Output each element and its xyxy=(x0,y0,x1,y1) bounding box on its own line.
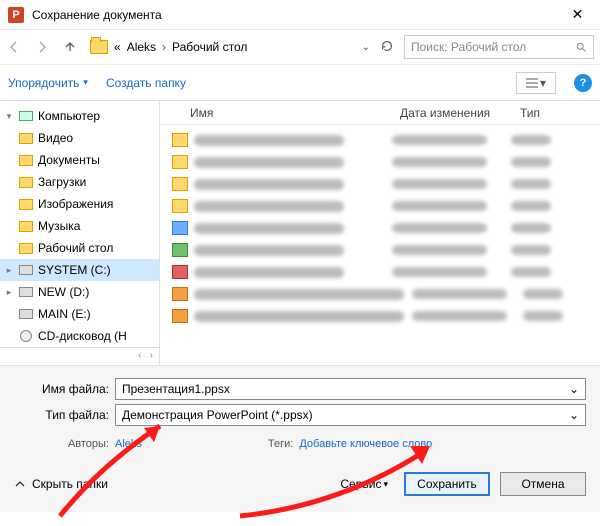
up-button[interactable] xyxy=(62,39,84,55)
list-item[interactable] xyxy=(172,239,600,261)
sidebar-item-computer[interactable]: ▾Компьютер xyxy=(0,105,159,127)
authors-label: Авторы: xyxy=(14,438,109,450)
title-bar: P Сохранение документа ✕ xyxy=(0,0,600,30)
list-icon xyxy=(526,78,538,88)
authors-value[interactable]: Aleks xyxy=(115,438,142,450)
filename-label: Имя файла: xyxy=(14,382,109,396)
list-item[interactable] xyxy=(172,217,600,239)
service-button[interactable]: Сервис▾ xyxy=(340,477,388,491)
file-pane: Имя Дата изменения Тип xyxy=(160,101,600,365)
list-item[interactable] xyxy=(172,283,600,305)
chevron-down-icon[interactable]: ⌄ xyxy=(362,42,370,53)
tags-placeholder[interactable]: Добавьте ключевое слово xyxy=(299,438,432,450)
filename-input[interactable]: Презентация1.ppsx⌄ xyxy=(115,378,586,400)
col-name[interactable]: Имя xyxy=(160,106,400,120)
path-bar[interactable]: « Aleks › Рабочий стол xyxy=(90,40,356,54)
forward-button[interactable] xyxy=(34,39,56,55)
path-segment-2[interactable]: Рабочий стол xyxy=(172,40,247,54)
list-item[interactable] xyxy=(172,129,600,151)
path-segment-1[interactable]: Aleks xyxy=(127,40,156,54)
folder-icon xyxy=(90,40,108,54)
close-button[interactable]: ✕ xyxy=(555,0,600,30)
list-item[interactable] xyxy=(172,151,600,173)
toolbar: Упорядочить▾ Создать папку ▾ ? xyxy=(0,64,600,100)
sidebar-item-system-c[interactable]: ▸SYSTEM (C:) xyxy=(0,259,159,281)
col-date[interactable]: Дата изменения xyxy=(400,106,520,120)
sidebar-item-new-d[interactable]: ▸NEW (D:) xyxy=(0,281,159,303)
search-placeholder: Поиск: Рабочий стол xyxy=(411,40,575,54)
search-input[interactable]: Поиск: Рабочий стол xyxy=(404,35,594,59)
filetype-select[interactable]: Демонстрация PowerPoint (*.ppsx)⌄ xyxy=(115,404,586,426)
app-icon: P xyxy=(8,7,24,23)
filetype-label: Тип файла: xyxy=(14,408,109,422)
sidebar-item-downloads[interactable]: Загрузки xyxy=(0,171,159,193)
sidebar: ▾Компьютер Видео Документы Загрузки Изоб… xyxy=(0,101,160,365)
window-title: Сохранение документа xyxy=(32,8,555,22)
sidebar-scroll[interactable]: ‹ › xyxy=(0,347,159,363)
column-headers[interactable]: Имя Дата изменения Тип xyxy=(160,101,600,125)
sidebar-item-cd-h[interactable]: CD-дисковод (H xyxy=(0,325,159,347)
help-button[interactable]: ? xyxy=(574,74,592,92)
chevron-down-icon[interactable]: ⌄ xyxy=(569,382,579,396)
file-list[interactable] xyxy=(160,125,600,365)
new-folder-button[interactable]: Создать папку xyxy=(106,76,186,90)
chevron-up-icon xyxy=(14,478,26,490)
view-mode-button[interactable]: ▾ xyxy=(516,72,556,94)
cancel-button[interactable]: Отмена xyxy=(500,472,586,496)
sidebar-item-pictures[interactable]: Изображения xyxy=(0,193,159,215)
chevron-down-icon[interactable]: ⌄ xyxy=(569,408,579,422)
sidebar-item-documents[interactable]: Документы xyxy=(0,149,159,171)
list-item[interactable] xyxy=(172,195,600,217)
hide-folders-button[interactable]: Скрыть папки xyxy=(14,477,330,491)
bottom-panel: Имя файла: Презентация1.ppsx⌄ Тип файла:… xyxy=(0,365,600,512)
refresh-button[interactable] xyxy=(376,39,398,56)
search-icon xyxy=(575,41,587,53)
sidebar-item-music[interactable]: Музыка xyxy=(0,215,159,237)
save-button[interactable]: Сохранить xyxy=(404,472,490,496)
nav-row: « Aleks › Рабочий стол ⌄ Поиск: Рабочий … xyxy=(0,30,600,64)
back-button[interactable] xyxy=(6,39,28,55)
chevron-down-icon: ▾ xyxy=(540,76,546,90)
list-item[interactable] xyxy=(172,173,600,195)
col-type[interactable]: Тип xyxy=(520,106,600,120)
sidebar-item-videos[interactable]: Видео xyxy=(0,127,159,149)
sidebar-item-main-e[interactable]: MAIN (E:) xyxy=(0,303,159,325)
sidebar-item-desktop[interactable]: Рабочий стол xyxy=(0,237,159,259)
tags-label: Теги: xyxy=(268,438,293,450)
chevron-right-icon: › xyxy=(162,40,166,54)
path-prefix: « xyxy=(114,40,121,54)
organize-button[interactable]: Упорядочить▾ xyxy=(8,76,88,90)
list-item[interactable] xyxy=(172,261,600,283)
list-item[interactable] xyxy=(172,305,600,327)
chevron-down-icon: ▾ xyxy=(83,77,88,88)
